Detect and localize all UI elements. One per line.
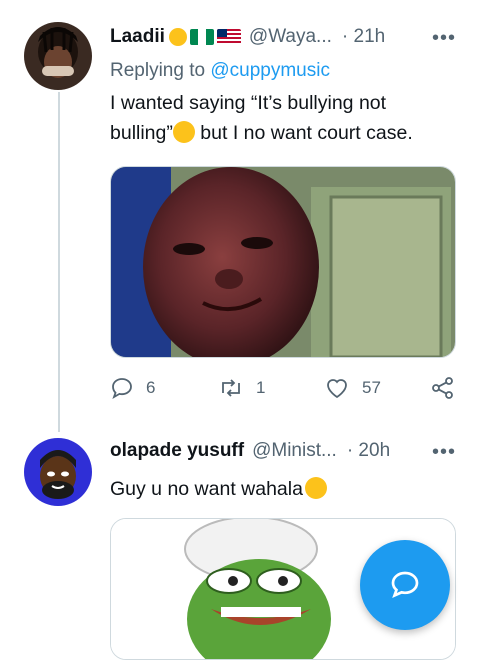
tweet-text-fragment: but I no want court case. bbox=[194, 122, 413, 144]
liberia-flag-icon bbox=[216, 29, 241, 45]
compose-reply-icon bbox=[391, 571, 419, 599]
reply-action[interactable]: 6 bbox=[110, 376, 155, 400]
yawning-face-emoji-icon bbox=[172, 121, 195, 143]
tweet-header: olapade yusuff @Minist... · 20h bbox=[110, 440, 390, 462]
heart-icon[interactable] bbox=[324, 376, 350, 400]
share-icon[interactable] bbox=[430, 376, 456, 400]
tweet-text: I wanted saying “It’s bullying not bulli… bbox=[110, 88, 460, 148]
share-action[interactable] bbox=[430, 376, 456, 400]
like-count: 57 bbox=[362, 378, 381, 397]
thread-connector-line bbox=[58, 92, 60, 432]
retweet-count: 1 bbox=[256, 378, 266, 397]
nigeria-flag-icon bbox=[189, 29, 214, 45]
tweet-text-line: Guy u no want wahala bbox=[110, 478, 303, 500]
tweet-text-fragment: bulling” bbox=[110, 122, 173, 144]
tweet-time[interactable]: · 20h bbox=[347, 440, 390, 462]
compose-reply-button[interactable] bbox=[360, 540, 450, 630]
tweet-header: Laadii @Waya... · 21h bbox=[110, 26, 385, 48]
avatar[interactable] bbox=[24, 22, 92, 90]
emoji-icon bbox=[168, 28, 187, 46]
author-handle[interactable]: @Waya... bbox=[249, 26, 332, 48]
reply-icon[interactable] bbox=[110, 376, 134, 400]
replying-to: Replying to @cuppymusic bbox=[110, 60, 330, 82]
tweet-image[interactable] bbox=[110, 166, 456, 358]
tweet-actions: 6 1 57 bbox=[110, 376, 460, 406]
author-name[interactable]: olapade yusuff bbox=[110, 440, 244, 462]
retweet-icon[interactable] bbox=[218, 376, 244, 400]
tweet-text: Guy u no want wahala bbox=[110, 474, 460, 504]
avatar[interactable] bbox=[24, 438, 92, 506]
replying-to-label: Replying to bbox=[110, 60, 206, 81]
reply-count: 6 bbox=[146, 378, 156, 397]
author-handle[interactable]: @Minist... bbox=[252, 440, 337, 462]
like-action[interactable]: 57 bbox=[324, 376, 381, 400]
tweet-text-line: bulling” but I no want court case. bbox=[110, 118, 460, 148]
more-options-icon[interactable]: ••• bbox=[432, 27, 456, 50]
replying-to-handle[interactable]: @cuppymusic bbox=[210, 60, 330, 81]
tweet-text-line: I wanted saying “It’s bullying not bbox=[110, 92, 387, 114]
tears-of-joy-emoji-icon bbox=[304, 477, 327, 499]
retweet-action[interactable]: 1 bbox=[218, 376, 265, 400]
tweet-time[interactable]: · 21h bbox=[342, 26, 385, 48]
author-name[interactable]: Laadii bbox=[110, 26, 165, 48]
more-options-icon[interactable]: ••• bbox=[432, 441, 456, 464]
